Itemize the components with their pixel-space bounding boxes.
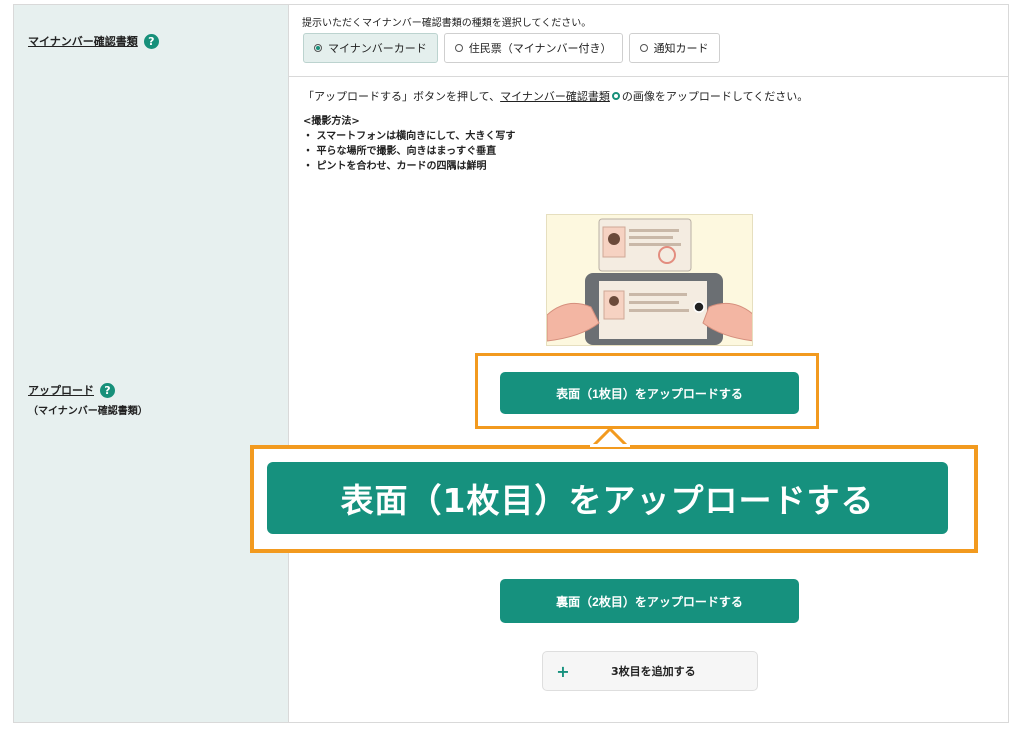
method-item: ・ 平らな場所で撮影、向きはまっすぐ垂直 (303, 146, 497, 157)
radio-unselected-icon (454, 44, 463, 52)
phone-card-illustration (547, 218, 752, 345)
radio-label: 通知カード (653, 42, 709, 55)
doc-type-instruction: 提示いただくマイナンバー確認書類の種類を選択してください。 (302, 18, 592, 29)
callout-pointer-icon (590, 427, 630, 447)
doc-type-label-cell: マイナンバー確認書類 ? (14, 5, 289, 76)
method-title: <撮影方法> (303, 116, 360, 127)
doc-type-row: マイナンバー確認書類 ? 提示いただくマイナンバー確認書類の種類を選択してくださ… (14, 5, 1008, 77)
method-item: ・ スマートフォンは横向きにして、大きく写す (303, 131, 516, 142)
callout-zoomed-button: 表面（1枚目）をアップロードする (267, 462, 948, 534)
help-icon[interactable]: ? (100, 382, 115, 398)
radio-mynumber-card[interactable]: マイナンバーカード (303, 33, 438, 63)
doc-type-value-cell: 提示いただくマイナンバー確認書類の種類を選択してください。 マイナンバーカード … (289, 5, 1008, 76)
radio-notification-card[interactable]: 通知カード (628, 33, 720, 63)
radio-unselected-icon (639, 44, 648, 52)
radio-label: 住民票（マイナンバー付き） (468, 42, 612, 55)
upload-description: 「アップロードする」ボタンを押して、 マイナンバー確認書類 の画像をアップロード… (303, 88, 808, 104)
shooting-illustration (546, 214, 753, 346)
add-third-label: 3枚目を追加する (611, 665, 696, 678)
add-third-button[interactable]: + 3枚目を追加する (542, 651, 758, 691)
upload-label-cell: アップロード ? （マイナンバー確認書類） (14, 76, 289, 722)
desc-prefix: 「アップロードする」ボタンを押して、 (303, 90, 501, 103)
desc-suffix: の画像をアップロードしてください。 (621, 90, 809, 103)
upload-back-button[interactable]: 裏面（2枚目）をアップロードする (500, 579, 799, 623)
method-item: ・ ピントを合わせ、カードの四隅は鮮明 (303, 161, 487, 172)
help-icon[interactable]: ? (143, 33, 159, 49)
upload-label: アップロード ? (28, 382, 115, 398)
doc-type-label: マイナンバー確認書類 ? (28, 33, 159, 49)
highlight-box (475, 353, 819, 429)
shooting-method: <撮影方法> ・ スマートフォンは横向きにして、大きく写す ・ 平らな場所で撮影… (303, 114, 515, 174)
doc-type-link[interactable]: マイナンバー確認書類 (500, 88, 610, 104)
radio-resident-card[interactable]: 住民票（マイナンバー付き） (443, 33, 623, 63)
radio-label: マイナンバーカード (328, 42, 427, 55)
upload-label-text: アップロード (28, 384, 94, 397)
upload-sublabel: （マイナンバー確認書類） (28, 406, 148, 417)
radio-selected-icon (314, 44, 322, 52)
doc-type-label-text: マイナンバー確認書類 (28, 35, 138, 48)
doc-type-radio-group: マイナンバーカード 住民票（マイナンバー付き） 通知カード (303, 33, 720, 63)
plus-icon: + (556, 661, 570, 681)
search-icon (611, 92, 620, 100)
